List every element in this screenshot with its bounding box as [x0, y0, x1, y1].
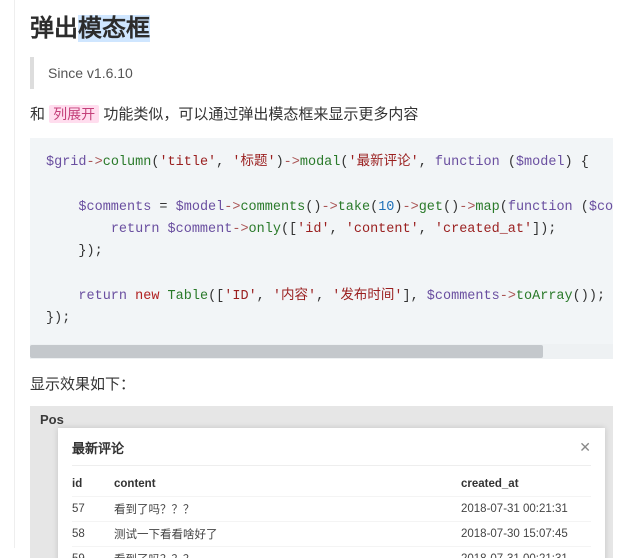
- modal-header: 最新评论 ✕: [72, 438, 591, 466]
- table-row: 58测试一下看看啥好了2018-07-30 15:07:45: [72, 522, 591, 547]
- title-pre: 弹出: [30, 15, 78, 42]
- close-icon[interactable]: ✕: [579, 439, 591, 456]
- table-row: 57看到了吗？？？2018-07-31 00:21:31: [72, 497, 591, 522]
- col-id: id: [72, 474, 114, 497]
- modal-title: 最新评论: [72, 438, 124, 457]
- table-row: 59看到了吗？？？2018-07-31 00:21:31: [72, 547, 591, 558]
- page-title: 弹出模态框: [30, 8, 613, 43]
- code-h-scrollbar[interactable]: [30, 344, 613, 359]
- col-content: content: [114, 474, 461, 497]
- code-block-wrap: $grid->column('title', '标题')->modal('最新评…: [30, 138, 613, 359]
- col-created: created_at: [461, 474, 591, 497]
- inline-tag: 列展开: [49, 105, 99, 123]
- scrollbar-thumb[interactable]: [30, 345, 543, 358]
- since-box: Since v1.6.10: [30, 57, 613, 89]
- table-header-row: id content created_at: [72, 474, 591, 497]
- screenshot-area: Pos 最新评论 ✕ id content created_at 57看到了吗？…: [30, 406, 613, 558]
- code-block: $grid->column('title', '标题')->modal('最新评…: [30, 138, 613, 344]
- since-text: Since v1.6.10: [48, 65, 133, 81]
- subheading: 显示效果如下：: [30, 373, 613, 394]
- title-highlight: 模态框: [78, 15, 150, 42]
- modal-table: id content created_at 57看到了吗？？？2018-07-3…: [72, 474, 591, 558]
- page-label: Pos: [40, 412, 64, 427]
- intro-paragraph: 和 列展开 功能类似，可以通过弹出模态框来显示更多内容: [30, 103, 613, 124]
- modal-dialog: 最新评论 ✕ id content created_at 57看到了吗？？？20…: [58, 428, 605, 558]
